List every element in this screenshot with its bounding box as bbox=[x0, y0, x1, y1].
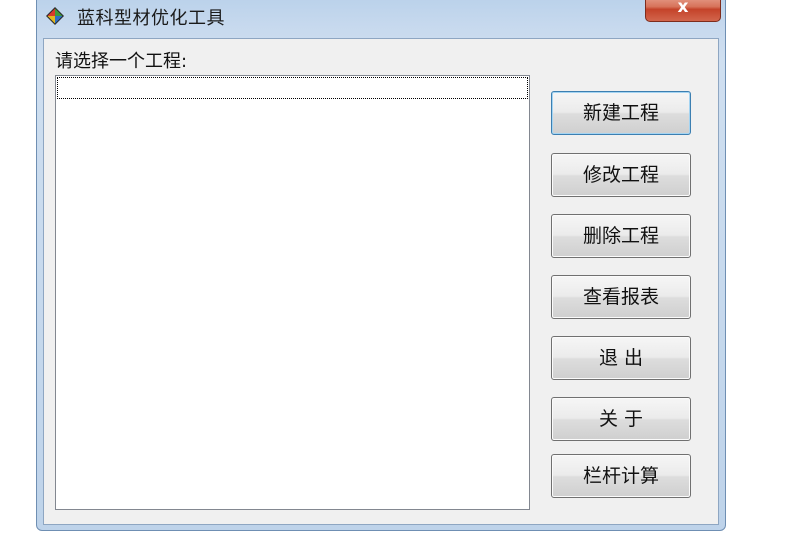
list-focus-row[interactable] bbox=[57, 77, 528, 99]
project-list[interactable] bbox=[55, 75, 530, 510]
window-title: 蓝科型材优化工具 bbox=[77, 8, 225, 29]
edit-project-button[interactable]: 修改工程 bbox=[551, 153, 691, 197]
diamond-app-icon bbox=[46, 7, 64, 25]
exit-button[interactable]: 退 出 bbox=[551, 336, 691, 380]
app-window: 蓝科型材优化工具 x 请选择一个工程: 新建工程 修改工程 删除工程 查看报表 … bbox=[36, 0, 726, 531]
about-button[interactable]: 关 于 bbox=[551, 397, 691, 441]
view-report-button[interactable]: 查看报表 bbox=[551, 275, 691, 319]
railing-calc-button[interactable]: 栏杆计算 bbox=[551, 454, 691, 498]
screen: 蓝科型材优化工具 x 请选择一个工程: 新建工程 修改工程 删除工程 查看报表 … bbox=[0, 0, 800, 533]
client-area: 请选择一个工程: 新建工程 修改工程 删除工程 查看报表 退 出 关 于 栏杆计… bbox=[43, 38, 719, 525]
title-bar[interactable]: 蓝科型材优化工具 x bbox=[37, 0, 725, 31]
select-project-label: 请选择一个工程: bbox=[55, 51, 188, 72]
close-button[interactable]: x bbox=[645, 0, 721, 22]
new-project-button[interactable]: 新建工程 bbox=[551, 91, 691, 135]
delete-project-button[interactable]: 删除工程 bbox=[551, 214, 691, 258]
